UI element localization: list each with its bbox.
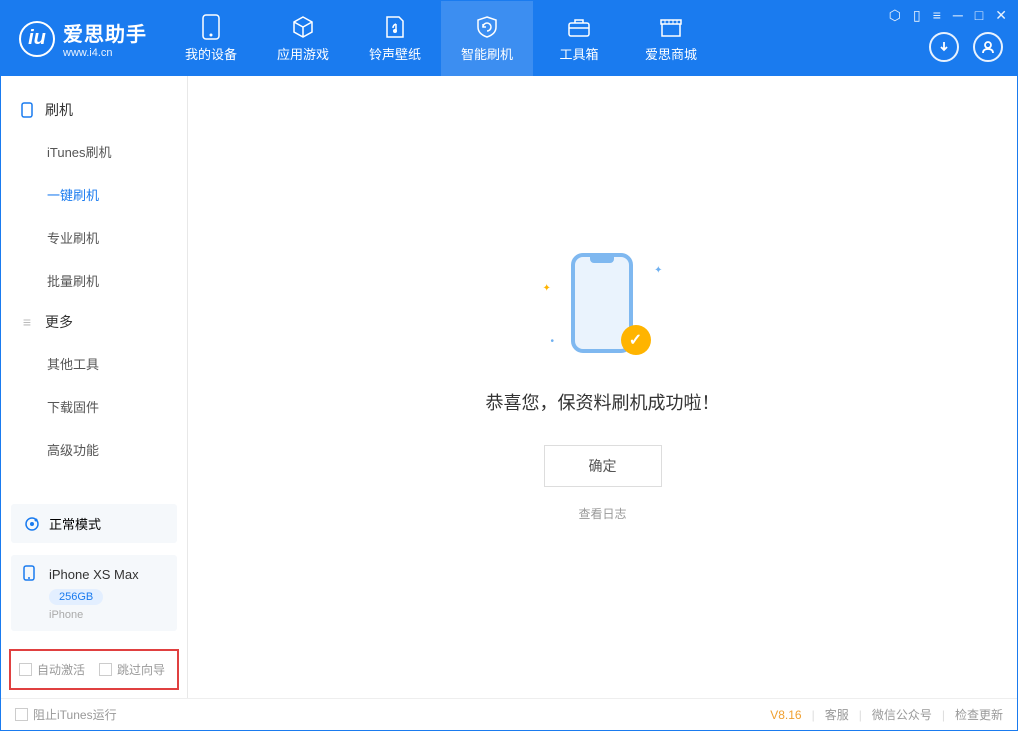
logo-text: 爱思助手 www.i4.cn: [63, 18, 147, 59]
checkbox-label: 阻止iTunes运行: [33, 706, 117, 723]
group-title: 更多: [45, 312, 73, 332]
main-content: ✦ ✦ • ✓ 恭喜您，保资料刷机成功啦！ 确定 查看日志: [188, 76, 1017, 698]
app-subtitle: www.i4.cn: [63, 47, 147, 59]
toolbox-icon: [566, 14, 592, 40]
checkbox-auto-activate[interactable]: 自动激活: [19, 661, 85, 678]
window-controls: ⬡ ▯ ≡ ─ □ ✕: [889, 7, 1007, 24]
tab-smart-flash[interactable]: 智能刷机: [441, 1, 533, 76]
header: iu 爱思助手 www.i4.cn 我的设备 应用游戏 铃声壁纸 智能刷机: [1, 1, 1017, 76]
logo-icon: iu: [19, 21, 55, 57]
app-window: iu 爱思助手 www.i4.cn 我的设备 应用游戏 铃声壁纸 智能刷机: [0, 0, 1018, 731]
user-button[interactable]: [973, 32, 1003, 62]
device-capacity: 256GB: [49, 589, 103, 605]
mode-label: 正常模式: [49, 514, 101, 533]
view-log-link[interactable]: 查看日志: [578, 505, 626, 522]
footer-link-support[interactable]: 客服: [825, 706, 849, 723]
ok-button[interactable]: 确定: [544, 445, 662, 487]
sidebar-group-more: ≡ 更多: [1, 302, 187, 342]
sparkle-icon: •: [551, 336, 555, 347]
sidebar-scroll: 刷机 iTunes刷机 一键刷机 专业刷机 批量刷机 ≡ 更多 其他工具 下载固…: [1, 76, 187, 498]
success-message: 恭喜您，保资料刷机成功啦！: [486, 389, 720, 415]
sidebar-item-itunes-flash[interactable]: iTunes刷机: [1, 130, 187, 173]
main-tabs: 我的设备 应用游戏 铃声壁纸 智能刷机 工具箱 爱思商城: [165, 1, 717, 76]
device-type: iPhone: [49, 609, 165, 621]
device-name: iPhone XS Max: [49, 567, 139, 582]
device-name-row: iPhone XS Max: [23, 565, 165, 583]
success-illustration: ✦ ✦ • ✓: [533, 253, 673, 363]
checkbox-icon: [99, 663, 112, 676]
checkbox-label: 跳过向导: [117, 661, 165, 678]
tab-label: 爱思商城: [645, 44, 697, 63]
footer-right: V8.16 | 客服 | 微信公众号 | 检查更新: [770, 706, 1003, 723]
footer-link-wechat[interactable]: 微信公众号: [872, 706, 932, 723]
tab-store[interactable]: 爱思商城: [625, 1, 717, 76]
tab-apps-games[interactable]: 应用游戏: [257, 1, 349, 76]
sidebar: 刷机 iTunes刷机 一键刷机 专业刷机 批量刷机 ≡ 更多 其他工具 下载固…: [1, 76, 188, 698]
device-icon: [198, 14, 224, 40]
logo-area: iu 爱思助手 www.i4.cn: [1, 1, 165, 76]
tab-label: 智能刷机: [461, 44, 513, 63]
maximize-icon[interactable]: □: [975, 7, 983, 24]
tab-my-device[interactable]: 我的设备: [165, 1, 257, 76]
body: 刷机 iTunes刷机 一键刷机 专业刷机 批量刷机 ≡ 更多 其他工具 下载固…: [1, 76, 1017, 698]
tshirt-icon[interactable]: ⬡: [889, 7, 901, 24]
store-icon: [658, 14, 684, 40]
tab-ringtones-wallpapers[interactable]: 铃声壁纸: [349, 1, 441, 76]
version-label: V8.16: [770, 708, 801, 722]
checkbox-block-itunes[interactable]: 阻止iTunes运行: [15, 706, 117, 723]
footer-link-update[interactable]: 检查更新: [955, 706, 1003, 723]
minimize-icon[interactable]: ─: [953, 7, 963, 24]
checkbox-skip-guide[interactable]: 跳过向导: [99, 661, 165, 678]
device-phone-icon: [23, 565, 41, 583]
sidebar-item-batch-flash[interactable]: 批量刷机: [1, 259, 187, 302]
cube-icon: [290, 14, 316, 40]
sparkle-icon: ✦: [654, 265, 662, 276]
phone-icon: [19, 102, 35, 118]
download-button[interactable]: [929, 32, 959, 62]
checkbox-icon: [15, 708, 28, 721]
sidebar-item-pro-flash[interactable]: 专业刷机: [1, 216, 187, 259]
header-right-buttons: [929, 32, 1003, 62]
menu-icon[interactable]: ≡: [933, 7, 941, 24]
sidebar-item-other-tools[interactable]: 其他工具: [1, 342, 187, 385]
tab-label: 铃声壁纸: [369, 44, 421, 63]
close-icon[interactable]: ✕: [995, 7, 1007, 24]
music-file-icon: [382, 14, 408, 40]
sidebar-item-advanced[interactable]: 高级功能: [1, 428, 187, 471]
list-icon: ≡: [19, 314, 35, 330]
app-title: 爱思助手: [63, 18, 147, 47]
tab-label: 工具箱: [559, 44, 598, 63]
checkbox-label: 自动激活: [37, 661, 85, 678]
mode-panel[interactable]: 正常模式: [11, 504, 177, 543]
sidebar-group-flash: 刷机: [1, 90, 187, 130]
tab-label: 我的设备: [185, 44, 237, 63]
notebook-icon[interactable]: ▯: [913, 7, 921, 24]
highlighted-checkbox-area: 自动激活 跳过向导: [9, 649, 179, 690]
footer-left: 阻止iTunes运行: [15, 706, 117, 723]
device-panel[interactable]: iPhone XS Max 256GB iPhone: [11, 555, 177, 631]
group-title: 刷机: [45, 100, 73, 120]
tab-toolbox[interactable]: 工具箱: [533, 1, 625, 76]
sparkle-icon: ✦: [543, 283, 551, 294]
shield-refresh-icon: [474, 14, 500, 40]
check-badge-icon: ✓: [621, 325, 651, 355]
sidebar-item-oneclick-flash[interactable]: 一键刷机: [1, 173, 187, 216]
footer: 阻止iTunes运行 V8.16 | 客服 | 微信公众号 | 检查更新: [1, 698, 1017, 730]
checkbox-icon: [19, 663, 32, 676]
mode-icon: [23, 515, 41, 533]
tab-label: 应用游戏: [277, 44, 329, 63]
sidebar-item-download-firmware[interactable]: 下载固件: [1, 385, 187, 428]
